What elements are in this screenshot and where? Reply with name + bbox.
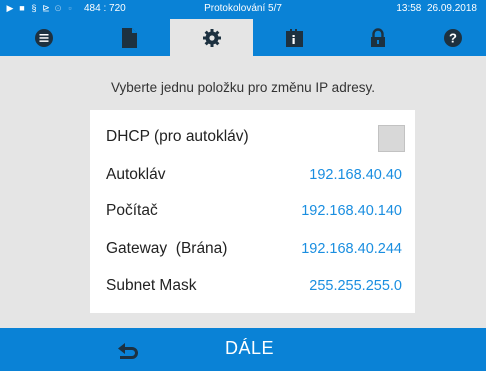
- status-datetime: 13:58 26.09.2018: [396, 3, 477, 14]
- tab-list[interactable]: [0, 19, 88, 56]
- back-button[interactable]: [110, 336, 146, 364]
- list-item-subnet-mask[interactable]: Subnet Mask 255.255.255.0: [90, 271, 415, 301]
- list-icon: [35, 28, 53, 47]
- item-label: Subnet Mask: [106, 277, 197, 294]
- item-value: 192.168.40.244: [301, 241, 402, 257]
- tab-settings[interactable]: [170, 19, 253, 56]
- list-item-gateway[interactable]: Gateway (Brána) 192.168.40.244: [90, 234, 415, 264]
- gear-icon: [202, 28, 221, 47]
- lock-icon: [370, 27, 385, 47]
- list-item-dhcp[interactable]: DHCP (pro autokláv): [90, 122, 415, 152]
- document-icon: [122, 27, 137, 48]
- item-value: 192.168.40.40: [309, 167, 402, 183]
- tab-info[interactable]: [253, 19, 335, 56]
- bottom-bar: DÁLE: [0, 328, 486, 371]
- item-label: Autokláv: [106, 166, 166, 183]
- status-bar: ▶ ■ § ⊵ ⊙ ▫ 484 : 720 Protokolování 5/7 …: [0, 0, 486, 19]
- item-value: 192.168.40.140: [301, 203, 402, 219]
- list-item-computer[interactable]: Počítač 192.168.40.140: [90, 196, 415, 226]
- svg-text:?: ?: [449, 30, 457, 45]
- ip-settings-panel: DHCP (pro autokláv) Autokláv 192.168.40.…: [90, 110, 415, 313]
- next-button[interactable]: DÁLE: [210, 328, 310, 371]
- status-date: 26.09.2018: [426, 3, 477, 14]
- item-label: DHCP (pro autokláv): [106, 128, 249, 145]
- screen: ▶ ■ § ⊵ ⊙ ▫ 484 : 720 Protokolování 5/7 …: [0, 0, 486, 371]
- next-button-label: DÁLE: [225, 338, 275, 358]
- back-arrow-icon: [118, 343, 138, 359]
- info-book-icon: [286, 28, 303, 47]
- item-label: Počítač: [106, 202, 158, 219]
- tab-lock[interactable]: [335, 19, 420, 56]
- instruction-text: Vyberte jednu položku pro změnu IP adres…: [111, 80, 375, 95]
- tab-document[interactable]: [88, 19, 170, 56]
- item-label: Gateway (Brána): [106, 240, 228, 257]
- list-item-autoclave[interactable]: Autokláv 192.168.40.40: [90, 160, 415, 190]
- status-time: 13:58: [396, 3, 422, 14]
- tab-bar: ?: [0, 19, 486, 56]
- item-value: 255.255.255.0: [309, 278, 402, 294]
- dhcp-checkbox[interactable]: [378, 125, 405, 152]
- help-icon: ?: [444, 28, 462, 47]
- tab-help[interactable]: ?: [420, 19, 486, 56]
